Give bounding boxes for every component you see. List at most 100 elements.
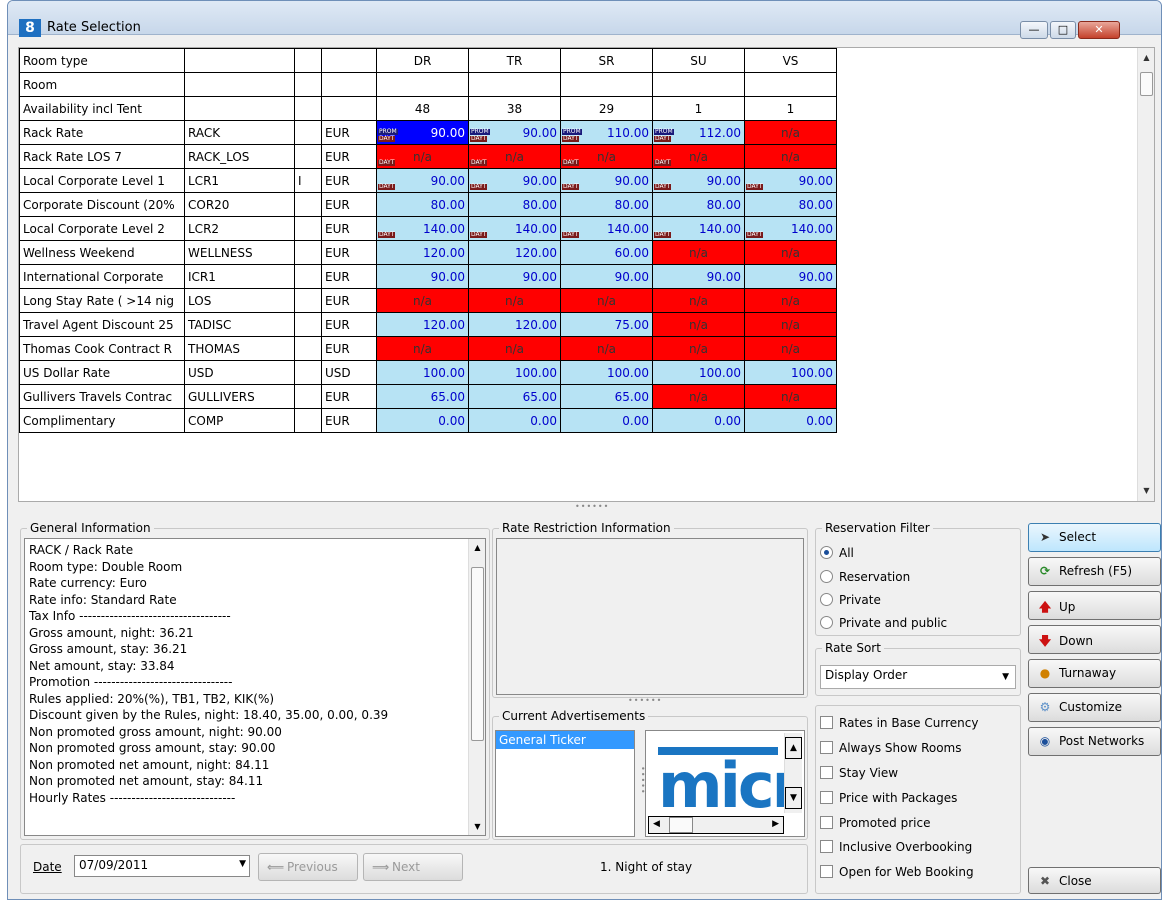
rate-price-cell[interactable]: n/a xyxy=(744,288,837,313)
rate-price-cell[interactable]: PROM DAYT 110.00 xyxy=(560,120,653,145)
rate-price-cell[interactable]: DAYT n/a xyxy=(376,144,469,169)
checkbox-rates-in-base-currency[interactable]: Rates in Base Currency xyxy=(820,716,978,730)
rate-price-cell[interactable]: n/a xyxy=(468,288,561,313)
rate-price-cell[interactable]: PROM DAYT 90.00 xyxy=(376,120,469,145)
splitter-handle[interactable]: •••••• xyxy=(628,696,662,705)
table-row[interactable]: US Dollar Rate USD USD 100.00 100.00 100.00 10… xyxy=(19,360,837,385)
rate-price-cell[interactable]: PROM DAYT 112.00 xyxy=(652,120,745,145)
rate-name-cell[interactable]: US Dollar Rate xyxy=(19,360,185,385)
rate-code-cell[interactable]: LCR2 xyxy=(184,216,295,241)
rate-price-cell[interactable]: 0.00 xyxy=(376,408,469,433)
rate-price-cell[interactable]: 0.00 xyxy=(468,408,561,433)
rate-price-cell[interactable]: n/a xyxy=(652,384,745,409)
rate-price-cell[interactable]: DAYT 90.00 xyxy=(652,168,745,193)
rate-price-cell[interactable]: n/a xyxy=(744,384,837,409)
rate-price-cell[interactable]: DAYT 90.00 xyxy=(468,168,561,193)
rate-name-cell[interactable]: Local Corporate Level 2 xyxy=(19,216,185,241)
grid-scrollbar[interactable]: ▲ ▼ xyxy=(1137,48,1154,501)
banner-hscroll[interactable]: ◀ ▶ xyxy=(648,816,784,834)
table-row[interactable]: Local Corporate Level 2 LCR2 EUR DAYT 140.00… xyxy=(19,216,837,241)
rate-price-cell[interactable]: 80.00 xyxy=(376,192,469,217)
rate-price-cell[interactable]: DAYT n/a xyxy=(560,144,653,169)
refresh-button[interactable]: ⟳ Refresh (F5) xyxy=(1028,557,1161,586)
banner-vscroll[interactable]: ▲ ▼ xyxy=(784,733,802,813)
rate-price-cell[interactable]: 0.00 xyxy=(744,408,837,433)
table-row[interactable]: Gullivers Travels Contrac GULLIVERS EUR 65.… xyxy=(19,384,837,409)
general-information-text[interactable]: RACK / Rack Rate Room type: Double Room Ra… xyxy=(24,538,486,836)
rate-price-cell[interactable]: 80.00 xyxy=(560,192,653,217)
list-item[interactable]: General Ticker xyxy=(496,731,634,749)
rate-code-cell[interactable]: RACK_LOS xyxy=(184,144,295,169)
currency-cell[interactable]: EUR xyxy=(321,264,377,289)
rate-code-cell[interactable]: ICR1 xyxy=(184,264,295,289)
rate-price-cell[interactable]: n/a xyxy=(652,336,745,361)
rate-price-cell[interactable]: n/a xyxy=(652,240,745,265)
rate-price-cell[interactable]: n/a xyxy=(560,336,653,361)
checkbox-stay-view[interactable]: Stay View xyxy=(820,766,898,780)
currency-cell[interactable]: EUR xyxy=(321,120,377,145)
currency-cell[interactable]: EUR xyxy=(321,336,377,361)
rate-price-cell[interactable]: 100.00 xyxy=(468,360,561,385)
table-row[interactable]: Rack Rate LOS 7 RACK_LOS EUR DAYT n/a DAYT n/a… xyxy=(19,144,837,169)
rate-code-cell[interactable]: COR20 xyxy=(184,192,295,217)
rate-flag-cell[interactable] xyxy=(294,144,322,169)
rate-price-cell[interactable]: 75.00 xyxy=(560,312,653,337)
rate-name-cell[interactable]: Complimentary xyxy=(19,408,185,433)
next-button[interactable]: ⟹ Next xyxy=(363,853,463,881)
down-button[interactable]: 🡇 Down xyxy=(1028,625,1161,654)
rate-price-cell[interactable]: PROM DAYT 90.00 xyxy=(468,120,561,145)
rate-price-cell[interactable]: 65.00 xyxy=(376,384,469,409)
currency-cell[interactable]: EUR xyxy=(321,144,377,169)
rate-price-cell[interactable]: DAYT 140.00 xyxy=(376,216,469,241)
table-row[interactable]: Thomas Cook Contract R THOMAS EUR n/a n/a n/a… xyxy=(19,336,837,361)
rate-flag-cell[interactable] xyxy=(294,216,322,241)
chevron-down-icon[interactable]: ▼ xyxy=(239,859,246,869)
rate-flag-cell[interactable] xyxy=(294,264,322,289)
scroll-down-arrow-icon[interactable]: ▼ xyxy=(1138,483,1154,499)
rate-code-cell[interactable]: THOMAS xyxy=(184,336,295,361)
scroll-left-arrow-icon[interactable]: ◀ xyxy=(653,819,660,829)
rate-price-cell[interactable]: 90.00 xyxy=(468,264,561,289)
rate-price-cell[interactable]: 65.00 xyxy=(560,384,653,409)
currency-cell[interactable]: EUR xyxy=(321,192,377,217)
rate-flag-cell[interactable] xyxy=(294,360,322,385)
scroll-up-arrow-icon[interactable]: ▲ xyxy=(785,737,802,759)
rate-price-cell[interactable]: 120.00 xyxy=(376,240,469,265)
rate-price-cell[interactable]: DAYT 90.00 xyxy=(376,168,469,193)
currency-cell[interactable]: EUR xyxy=(321,384,377,409)
rate-name-cell[interactable]: Thomas Cook Contract R xyxy=(19,336,185,361)
rate-flag-cell[interactable] xyxy=(294,384,322,409)
advertisements-list[interactable]: General Ticker xyxy=(495,730,635,837)
radio-private-and-public[interactable]: Private and public xyxy=(820,616,947,630)
checkbox-always-show-rooms[interactable]: Always Show Rooms xyxy=(820,741,962,755)
rate-name-cell[interactable]: Local Corporate Level 1 xyxy=(19,168,185,193)
currency-cell[interactable]: EUR xyxy=(321,240,377,265)
rate-price-cell[interactable]: 0.00 xyxy=(560,408,653,433)
rate-price-cell[interactable]: n/a xyxy=(468,336,561,361)
chevron-down-icon[interactable]: ▼ xyxy=(1002,672,1009,682)
previous-button[interactable]: ⟸ Previous xyxy=(258,853,358,881)
rate-code-cell[interactable]: LOS xyxy=(184,288,295,313)
rate-price-cell[interactable]: n/a xyxy=(376,336,469,361)
rate-price-cell[interactable]: n/a xyxy=(744,240,837,265)
rate-price-cell[interactable]: DAYT 140.00 xyxy=(652,216,745,241)
rate-price-cell[interactable]: 65.00 xyxy=(468,384,561,409)
rate-price-cell[interactable]: n/a xyxy=(652,288,745,313)
rate-code-cell[interactable]: COMP xyxy=(184,408,295,433)
radio-private[interactable]: Private xyxy=(820,593,881,607)
minimize-button[interactable]: — xyxy=(1020,21,1048,39)
rate-name-cell[interactable]: Wellness Weekend xyxy=(19,240,185,265)
rate-price-cell[interactable]: DAYT 140.00 xyxy=(744,216,837,241)
currency-cell[interactable]: EUR xyxy=(321,312,377,337)
rate-price-cell[interactable]: 0.00 xyxy=(652,408,745,433)
rate-price-cell[interactable]: 80.00 xyxy=(652,192,745,217)
checkbox-price-with-packages[interactable]: Price with Packages xyxy=(820,791,957,805)
turnaway-button[interactable]: ● Turnaway xyxy=(1028,659,1161,688)
currency-cell[interactable]: EUR xyxy=(321,168,377,193)
table-row[interactable]: Long Stay Rate ( >14 nig LOS EUR n/a n/a n/a n… xyxy=(19,288,837,313)
rate-code-cell[interactable]: USD xyxy=(184,360,295,385)
info-scrollbar[interactable]: ▲ ▼ xyxy=(468,539,485,835)
rate-flag-cell[interactable] xyxy=(294,120,322,145)
rate-price-cell[interactable]: DAYT n/a xyxy=(468,144,561,169)
close-button[interactable]: ✖ Close xyxy=(1028,867,1161,894)
